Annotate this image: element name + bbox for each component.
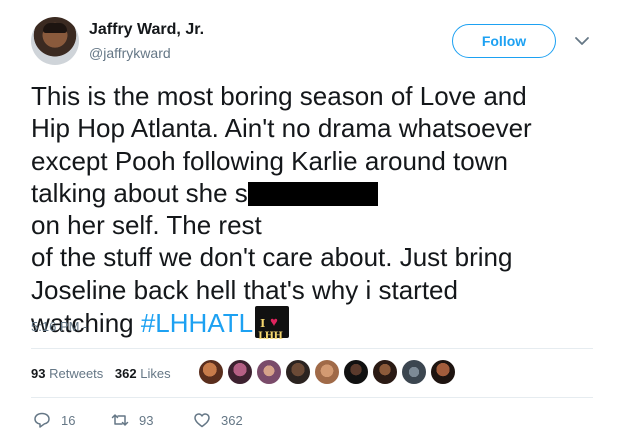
follow-button[interactable]: Follow <box>452 24 556 58</box>
chevron-down-icon[interactable] <box>573 32 591 50</box>
avatar[interactable] <box>256 359 282 385</box>
tweet-timestamp[interactable]: 5:16 PM - <box>31 319 87 334</box>
author-avatar[interactable] <box>31 17 79 65</box>
redaction-bar <box>247 181 378 206</box>
tweet-line: Joseline back hell that's why i started <box>31 274 458 305</box>
avatar[interactable] <box>227 359 253 385</box>
reply-button[interactable]: 16 <box>33 409 75 431</box>
tweet-line: talking about she s <box>31 177 248 208</box>
like-count: 362 <box>221 412 243 428</box>
retweet-button[interactable]: 93 <box>111 409 153 431</box>
tweet-text: This is the most boring season of Love a… <box>31 80 601 342</box>
tweet-line: Hip Hop Atlanta. Ain't no drama whatsoev… <box>31 113 532 144</box>
likes-label[interactable]: Likes <box>140 366 170 381</box>
retweets-count[interactable]: 93 <box>31 366 45 381</box>
tweet-line: of the stuff we don't care about. Just b… <box>31 242 513 273</box>
hashtag-link[interactable]: #LHHATL <box>141 308 253 338</box>
tweet-line: except Pooh following Karlie around town <box>31 145 508 176</box>
retweet-icon <box>111 414 129 426</box>
avatar[interactable] <box>198 359 224 385</box>
heart-icon <box>194 413 210 428</box>
divider <box>31 397 593 398</box>
retweets-label[interactable]: Retweets <box>49 366 103 381</box>
divider <box>31 348 593 349</box>
avatar[interactable] <box>343 359 369 385</box>
avatar[interactable] <box>430 359 456 385</box>
tweet-line: This is the most boring season of Love a… <box>31 81 527 111</box>
avatar[interactable] <box>285 359 311 385</box>
reply-icon <box>34 412 50 428</box>
tweet-line: on her self. The rest <box>31 210 262 241</box>
avatar[interactable] <box>401 359 427 385</box>
author-handle[interactable]: @jaffrykward <box>89 45 171 61</box>
avatar[interactable] <box>314 359 340 385</box>
engagement-stats: 93 Retweets 362 Likes <box>31 366 171 381</box>
like-button[interactable]: 362 <box>193 409 243 431</box>
lhh-emoji-icon: I ♥ LHH <box>255 306 290 342</box>
reply-count: 16 <box>61 412 76 428</box>
tweet-card: Jaffry Ward, Jr. @jaffrykward Follow Thi… <box>0 0 627 442</box>
retweet-count: 93 <box>139 412 154 428</box>
avatar[interactable] <box>372 359 398 385</box>
likes-count[interactable]: 362 <box>115 366 137 381</box>
author-name[interactable]: Jaffry Ward, Jr. <box>89 21 204 39</box>
tweet-actions: 16 93 362 <box>31 409 331 431</box>
